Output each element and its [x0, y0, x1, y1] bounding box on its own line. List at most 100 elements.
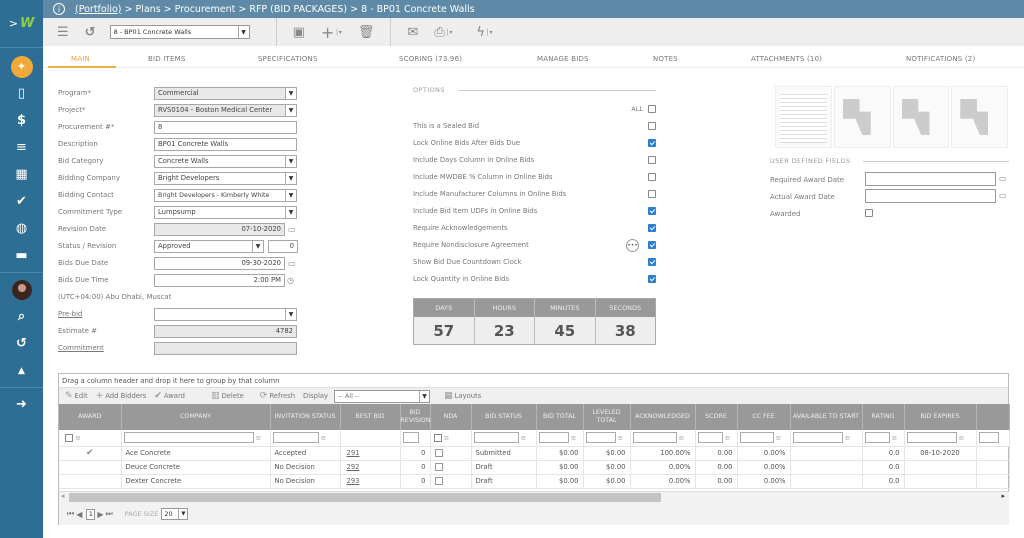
more-options-icon[interactable]: •••: [626, 238, 639, 252]
layouts-button[interactable]: ▦ Layouts: [444, 391, 481, 401]
clock-icon[interactable]: ◷: [287, 276, 294, 285]
option-checkbox[interactable]: [648, 241, 656, 249]
sidebar-item-ideas[interactable]: ✦: [0, 53, 43, 80]
chevron-down-icon[interactable]: │▾: [446, 29, 453, 36]
bidding-company-select[interactable]: Bright Developers ▼: [154, 171, 297, 185]
procurement-input[interactable]: 8: [154, 120, 297, 134]
first-page-icon[interactable]: ⏮: [67, 509, 74, 519]
save-icon[interactable]: ▣: [293, 25, 305, 40]
filter-input[interactable]: [978, 432, 999, 444]
horizontal-scrollbar[interactable]: ◂ ▸: [59, 491, 1009, 503]
attachment-thumbnail[interactable]: [951, 86, 1008, 148]
filter-icon[interactable]: ≡: [256, 434, 262, 442]
tab-bid-items[interactable]: BID ITEMS: [148, 55, 186, 63]
filter-icon[interactable]: ≡: [75, 434, 81, 442]
revision-input[interactable]: 0: [268, 239, 298, 253]
column-header[interactable]: AWARD: [59, 404, 122, 430]
table-row[interactable]: Deuce Concrete No Decision 292 0 Draft $0.00 $…: [59, 460, 1010, 475]
add-bidders-button[interactable]: + Add Bidders: [96, 391, 147, 401]
bidding-contact-select[interactable]: Bright Developers - Kimberly White ▼: [154, 188, 297, 202]
awarded-checkbox[interactable]: [865, 209, 873, 217]
pre-bid-select[interactable]: ▼: [154, 307, 297, 321]
filter-input[interactable]: [272, 432, 319, 444]
description-input[interactable]: BP01 Concrete Walls: [154, 137, 297, 151]
sidebar-item-search[interactable]: ⌕: [0, 303, 43, 330]
sidebar-item-buildings[interactable]: ▦: [0, 161, 43, 188]
column-header[interactable]: NDA: [430, 404, 472, 430]
nda-checkbox[interactable]: [434, 449, 443, 457]
filter-input[interactable]: [538, 432, 569, 444]
last-page-icon[interactable]: ⏭: [106, 509, 113, 519]
filter-icon[interactable]: ≡: [959, 434, 965, 442]
page-size-select[interactable]: 20 ▼: [161, 508, 189, 520]
calendar-icon[interactable]: ▭: [999, 174, 1007, 183]
sidebar-item-cost[interactable]: $: [0, 107, 43, 134]
commitment-link[interactable]: Commitment: [58, 344, 104, 352]
info-icon[interactable]: i: [53, 3, 65, 15]
filter-input[interactable]: [632, 432, 677, 444]
program-select[interactable]: Commercial ▼: [154, 86, 297, 100]
edit-button[interactable]: ✎ Edit: [65, 391, 88, 401]
filter-checkbox[interactable]: [433, 433, 442, 442]
sidebar-item-profile[interactable]: [0, 276, 43, 303]
tab-main[interactable]: MAIN: [71, 55, 90, 63]
column-header[interactable]: BID REVISION: [400, 404, 431, 430]
best-bid-link[interactable]: 291: [347, 449, 360, 457]
bids-due-date-input[interactable]: 09-30-2020: [154, 256, 285, 270]
pre-bid-link[interactable]: Pre-bid: [58, 310, 83, 318]
group-by-bar[interactable]: Drag a column header and drop it here to…: [59, 374, 1008, 388]
nda-checkbox[interactable]: [434, 477, 443, 485]
revision-date-input[interactable]: 07-10-2020: [154, 222, 285, 236]
filter-input[interactable]: [739, 432, 774, 444]
option-checkbox[interactable]: [648, 275, 656, 283]
delete-button[interactable]: ▥ Delete: [211, 391, 244, 401]
filter-input[interactable]: [906, 432, 957, 444]
chevron-down-icon[interactable]: │▾: [335, 29, 342, 36]
scrollbar-thumb[interactable]: [69, 493, 661, 502]
option-checkbox[interactable]: [648, 173, 656, 181]
option-checkbox[interactable]: [648, 139, 656, 147]
tab-manage-bids[interactable]: MANAGE BIDS: [537, 55, 589, 63]
calendar-icon[interactable]: ▭: [288, 259, 296, 268]
breadcrumb-portfolio-link[interactable]: (Portfolio): [75, 4, 122, 15]
app-logo[interactable]: > W: [0, 0, 43, 48]
actual-award-date-input[interactable]: [865, 189, 996, 203]
sidebar-item-documents[interactable]: ▯: [0, 80, 43, 107]
scroll-right-icon[interactable]: ▸: [1001, 492, 1005, 500]
filter-input[interactable]: [697, 432, 723, 444]
print-icon[interactable]: ⎙: [434, 25, 444, 40]
option-checkbox[interactable]: [648, 122, 656, 130]
filter-icon[interactable]: ≡: [321, 434, 327, 442]
filter-input[interactable]: [585, 432, 616, 444]
best-bid-link[interactable]: 292: [347, 463, 360, 471]
column-header[interactable]: BID STATUS: [471, 404, 537, 430]
history-icon[interactable]: ↺: [85, 25, 96, 40]
display-select[interactable]: -- All -- ▼: [334, 389, 431, 403]
chevron-down-icon[interactable]: │▾: [486, 29, 493, 36]
status-select[interactable]: Approved ▼: [154, 239, 264, 253]
option-checkbox[interactable]: [648, 207, 656, 215]
column-header[interactable]: CC FEE: [737, 404, 791, 430]
sidebar-item-resources[interactable]: ▬: [0, 242, 43, 269]
column-header[interactable]: INVITATION STATUS: [270, 404, 341, 430]
project-select[interactable]: RVS0104 - Boston Medical Center ▼: [154, 103, 297, 117]
next-page-icon[interactable]: ▶: [97, 510, 103, 519]
award-button[interactable]: ✔ Award: [154, 391, 185, 401]
scroll-left-icon[interactable]: ◂: [61, 492, 65, 500]
email-icon[interactable]: ✉: [407, 25, 418, 40]
column-header[interactable]: RATING: [862, 404, 905, 430]
expand-icon[interactable]: >: [9, 17, 18, 30]
filter-icon[interactable]: ≡: [725, 434, 731, 442]
filter-input[interactable]: [402, 432, 419, 444]
filter-checkbox[interactable]: [65, 433, 73, 442]
filter-icon[interactable]: ≡: [845, 434, 851, 442]
filter-icon[interactable]: ≡: [521, 434, 527, 442]
sidebar-item-portfolio[interactable]: ◍: [0, 215, 43, 242]
column-header[interactable]: BID TOTAL: [536, 404, 584, 430]
attachment-thumbnail[interactable]: [775, 86, 832, 148]
tab-specifications[interactable]: SPECIFICATIONS: [258, 55, 318, 63]
attachment-thumbnail[interactable]: [892, 86, 950, 148]
option-checkbox[interactable]: [648, 190, 656, 198]
best-bid-link[interactable]: 293: [347, 477, 360, 485]
tab-scoring[interactable]: SCORING (73.96): [399, 55, 462, 63]
